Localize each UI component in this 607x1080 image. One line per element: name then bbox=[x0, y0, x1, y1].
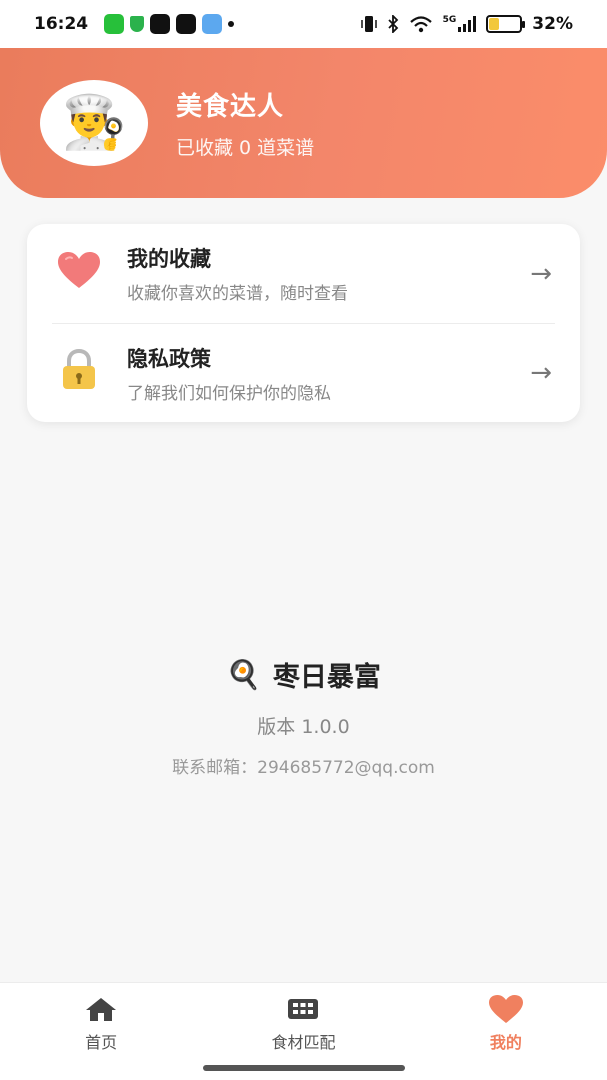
network-type: 5G bbox=[442, 15, 457, 25]
menu-description: 了解我们如何保护你的隐私 bbox=[127, 383, 331, 404]
menu-description: 收藏你喜欢的菜谱，随时查看 bbox=[127, 284, 348, 304]
heart-icon bbox=[488, 995, 524, 1023]
user-info: 美食达人 已收藏 0 道菜谱 bbox=[176, 86, 314, 160]
cell-signal: 5G bbox=[443, 16, 477, 32]
battery-icon bbox=[486, 15, 526, 33]
status-time: 16:24 bbox=[34, 14, 89, 34]
vibrate-icon bbox=[360, 16, 377, 32]
menu-card: 我的收藏 收藏你喜欢的菜谱，随时查看 → 隐私政策 了解我们如何保护你的隐私 → bbox=[27, 224, 580, 422]
tab-label: 我的 bbox=[489, 1033, 522, 1052]
favorites-count: 已收藏 0 道菜谱 bbox=[176, 137, 315, 159]
tab-label: 食材匹配 bbox=[271, 1033, 336, 1052]
profile-header: 👨‍🍳 美食达人 已收藏 0 道菜谱 bbox=[0, 48, 607, 198]
chef-avatar-icon: 👨‍🍳 bbox=[61, 93, 127, 153]
tab-home[interactable]: 首页 bbox=[0, 983, 202, 1080]
arrow-right-icon: → bbox=[530, 358, 552, 388]
home-icon bbox=[84, 995, 118, 1023]
heart-icon bbox=[55, 250, 103, 297]
frying-pan-icon: 🍳 bbox=[226, 658, 261, 691]
notification-icons bbox=[104, 14, 235, 34]
menu-text: 我的收藏 收藏你喜欢的菜谱，随时查看 bbox=[127, 243, 530, 304]
signal-bars-icon bbox=[458, 16, 477, 32]
status-bar: 16:24 5G 32% bbox=[0, 0, 607, 48]
status-left: 16:24 bbox=[34, 14, 235, 34]
tab-label: 首页 bbox=[85, 1033, 118, 1052]
home-indicator[interactable] bbox=[203, 1065, 405, 1071]
wifi-icon bbox=[409, 16, 432, 33]
about-section: 🍳 枣日暴富 版本 1.0.0 联系邮箱：294685772@qq.com bbox=[0, 655, 607, 778]
arrow-right-icon: → bbox=[530, 258, 552, 289]
lock-icon bbox=[55, 348, 103, 398]
bluetooth-icon bbox=[388, 15, 398, 33]
battery-percent: 32% bbox=[532, 14, 573, 34]
menu-title: 隐私政策 bbox=[127, 346, 211, 371]
wechat-icon bbox=[104, 14, 125, 34]
menu-item-privacy[interactable]: 隐私政策 了解我们如何保护你的隐私 → bbox=[52, 323, 555, 422]
tiktok-icon bbox=[150, 14, 171, 34]
app-name-row: 🍳 枣日暴富 bbox=[0, 655, 607, 694]
status-right: 5G 32% bbox=[360, 14, 573, 34]
grid-icon bbox=[287, 995, 319, 1023]
menu-text: 隐私政策 了解我们如何保护你的隐私 bbox=[127, 343, 530, 404]
more-dot-icon bbox=[228, 21, 235, 27]
battery-fill bbox=[489, 18, 499, 30]
app-version: 版本 1.0.0 bbox=[257, 716, 350, 738]
tiktok-icon bbox=[176, 14, 197, 34]
menu-item-favorites[interactable]: 我的收藏 收藏你喜欢的菜谱，随时查看 → bbox=[27, 224, 580, 323]
app-name: 枣日暴富 bbox=[272, 662, 381, 693]
avatar[interactable]: 👨‍🍳 bbox=[40, 80, 148, 166]
menu-title: 我的收藏 bbox=[127, 247, 211, 271]
tab-mine[interactable]: 我的 bbox=[405, 983, 607, 1080]
contact-email: 联系邮箱：294685772@qq.com bbox=[172, 758, 435, 778]
shield-icon bbox=[130, 16, 145, 32]
weather-icon bbox=[202, 14, 223, 34]
user-name: 美食达人 bbox=[176, 92, 285, 122]
